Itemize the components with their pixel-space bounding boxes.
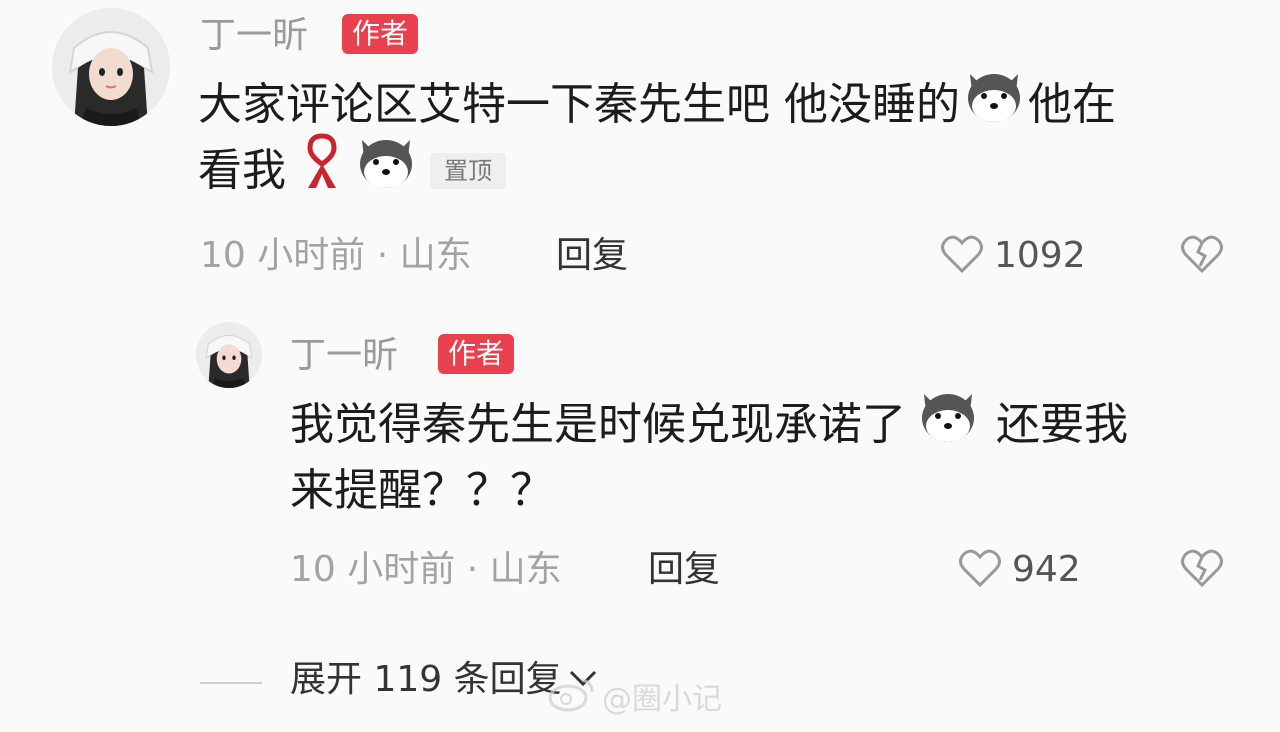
heart-icon (940, 234, 984, 278)
broken-heart-icon[interactable] (1180, 234, 1224, 278)
watermark-text: @圈小记 (602, 682, 722, 717)
reply-text-line2: 来提醒？？？ (290, 465, 554, 516)
weibo-icon (548, 674, 596, 718)
comment-text: 大家评论区艾特一下秦先生吧 他没睡的 他在 看我 置顶 (198, 72, 1258, 204)
avatar[interactable] (52, 8, 170, 126)
heart-icon (958, 548, 1002, 592)
comment-author-name[interactable]: 丁一昕 (200, 18, 308, 54)
reply-reply-button[interactable]: 回复 (648, 552, 720, 588)
author-badge: 作者 (342, 14, 419, 54)
expand-replies-label: 展开 119 条回复 (290, 659, 562, 700)
husky-emoji-icon (964, 66, 1024, 145)
comment-text-line1-tail: 他在 (1028, 79, 1116, 130)
reply-time-location: 10 小时前 · 山东 (290, 549, 562, 590)
reply-text-line1: 我觉得秦先生是时候兑现承诺了 (290, 399, 906, 450)
husky-emoji-icon (356, 132, 416, 211)
comment-like-button[interactable]: 1092 (940, 234, 1100, 278)
reply-author-badge: 作者 (438, 334, 515, 374)
reply-author-name[interactable]: 丁一昕 (290, 338, 398, 374)
reply-avatar[interactable] (196, 322, 262, 388)
reply-like-count: 942 (1012, 549, 1081, 590)
reply-text-line1-tail: 还要我 (996, 399, 1128, 450)
reply-text: 我觉得秦先生是时候兑现承诺了 还要我 来提醒？？？ (290, 392, 1250, 524)
expand-divider (200, 682, 262, 684)
comment-text-line1: 大家评论区艾特一下秦先生吧 他没睡的 (198, 79, 960, 130)
red-ribbon-icon (304, 132, 340, 211)
comment-like-count: 1092 (994, 235, 1086, 276)
comment-reply-button[interactable]: 回复 (556, 238, 628, 274)
reply-like-button[interactable]: 942 (958, 548, 1098, 592)
comment-text-line2: 看我 (198, 145, 286, 196)
pinned-tag: 置顶 (430, 153, 506, 189)
broken-heart-icon[interactable] (1180, 548, 1224, 592)
husky-emoji-icon (918, 386, 978, 465)
watermark: @圈小记 (548, 674, 722, 718)
comment-time-location: 10 小时前 · 山东 (200, 235, 472, 276)
